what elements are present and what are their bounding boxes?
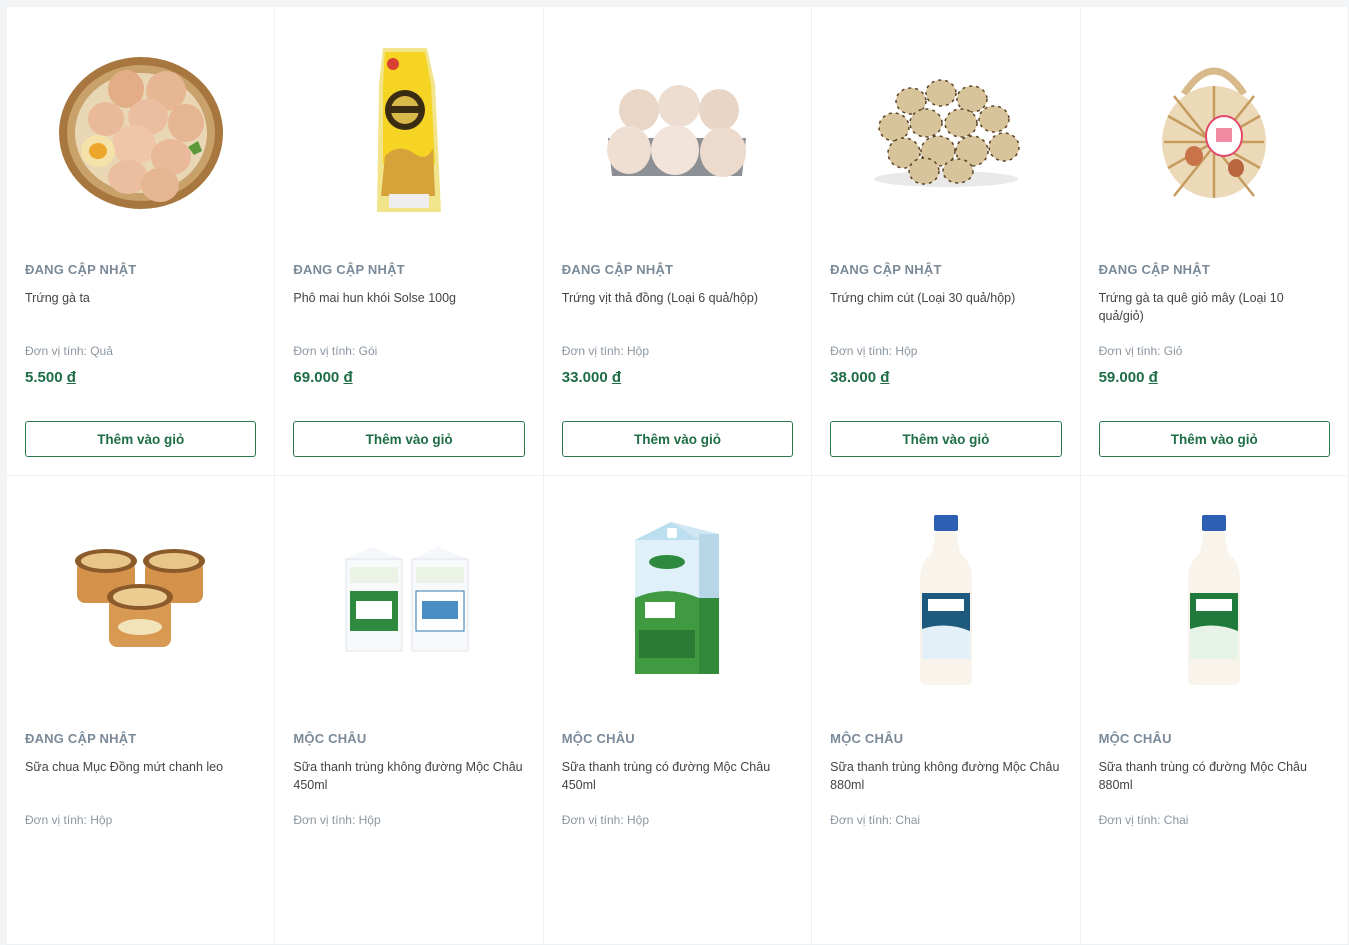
- product-brand: ĐANG CẬP NHẬT: [830, 262, 942, 277]
- milk-carton-image: [635, 521, 720, 674]
- product-name[interactable]: Sữa chua Mục Đồng mứt chanh leo: [25, 758, 256, 810]
- product-unit: Đơn vị tính: Chai: [1098, 813, 1189, 827]
- product-brand: ĐANG CẬP NHẬT: [25, 731, 137, 746]
- product-image[interactable]: [830, 7, 1061, 255]
- product-brand: MỘC CHÂU: [293, 731, 367, 746]
- product-name[interactable]: Trứng chim cút (Loại 30 quả/hộp): [830, 289, 1061, 341]
- product-brand: ĐANG CẬP NHẬT: [25, 262, 137, 277]
- add-to-cart-button[interactable]: Thêm vào giỏ: [561, 421, 794, 457]
- product-brand: MỘC CHÂU: [1098, 731, 1172, 746]
- rattan-basket-image: [1162, 67, 1267, 198]
- price-value: 33.000: [561, 369, 608, 386]
- product-image[interactable]: [25, 476, 256, 724]
- product-brand: ĐANG CẬP NHẬT: [293, 262, 405, 277]
- product-image[interactable]: [1099, 7, 1330, 255]
- product-price: 59.000 đ: [1099, 369, 1330, 386]
- currency-symbol: đ: [611, 369, 622, 386]
- product-image[interactable]: [25, 7, 256, 255]
- currency-symbol: đ: [343, 369, 353, 386]
- product-price: 38.000 đ: [830, 369, 1061, 386]
- product-image[interactable]: [562, 476, 793, 724]
- product-unit: Đơn vị tính: Quả: [25, 344, 113, 358]
- product-grid: ĐANG CẬP NHẬT Trứng gà ta Đơn vị tính: Q…: [7, 7, 1349, 945]
- product-card[interactable]: ĐANG CẬP NHẬT Sữa chua Mục Đồng mứt chan…: [7, 476, 276, 945]
- product-card[interactable]: MỘC CHÂU Sữa thanh trùng không đường Mộc…: [812, 476, 1081, 945]
- product-name[interactable]: Trứng gà ta quê giỏ mây (Loại 10 quả/giỏ…: [1099, 289, 1330, 341]
- product-name[interactable]: Trứng vịt thả đồng (Loại 6 quả/hộp): [562, 289, 793, 341]
- add-to-cart-button[interactable]: Thêm vào giỏ: [830, 421, 1062, 457]
- product-card[interactable]: MỘC CHÂU Sữa thanh trùng có đường Mộc Ch…: [1080, 476, 1349, 945]
- product-name[interactable]: Sữa thanh trùng có đường Mộc Châu 450ml: [562, 758, 793, 810]
- product-card[interactable]: ĐANG CẬP NHẬT Trứng chim cút (Loại 30 qu…: [812, 7, 1081, 476]
- product-unit: Đơn vị tính: Hộp: [561, 813, 650, 827]
- currency-symbol: đ: [880, 369, 890, 386]
- product-card[interactable]: ĐANG CẬP NHẬT Trứng gà ta quê giỏ mây (L…: [1080, 7, 1349, 476]
- product-name[interactable]: Phô mai hun khói Solse 100g: [293, 289, 524, 341]
- product-unit: Đơn vị tính: Hộp: [830, 344, 918, 358]
- egg-basket-image: [58, 56, 223, 209]
- milk-bottle-blue-image: [919, 514, 972, 685]
- product-unit: Đơn vị tính: Giỏ: [1098, 344, 1183, 358]
- currency-symbol: đ: [66, 369, 76, 386]
- price-value: 59.000: [1098, 369, 1145, 386]
- product-name[interactable]: Sữa thanh trùng có đường Mộc Châu 880ml: [1099, 758, 1330, 810]
- milk-bottle-green-image: [1188, 514, 1241, 685]
- product-unit: Đơn vị tính: Gói: [293, 344, 378, 358]
- add-to-cart-button[interactable]: Thêm vào giỏ: [25, 421, 257, 457]
- product-unit: Đơn vị tính: Chai: [830, 813, 921, 827]
- product-card[interactable]: ĐANG CẬP NHẬT Trứng gà ta Đơn vị tính: Q…: [7, 7, 276, 476]
- duck-eggs-tray-image: [607, 85, 747, 177]
- yogurt-cups-image: [74, 549, 205, 647]
- product-card[interactable]: ĐANG CẬP NHẬT Trứng vịt thả đồng (Loại 6…: [543, 7, 813, 476]
- product-name[interactable]: Sữa thanh trùng không đường Mộc Châu 450…: [293, 758, 524, 810]
- price-value: 69.000: [293, 369, 340, 386]
- product-image[interactable]: [293, 7, 524, 255]
- product-card[interactable]: MỘC CHÂU Sữa thanh trùng không đường Mộc…: [275, 476, 544, 945]
- quail-eggs-image: [873, 79, 1020, 187]
- product-unit: Đơn vị tính: Hộp: [561, 344, 650, 358]
- product-name[interactable]: Sữa thanh trùng không đường Mộc Châu 880…: [830, 758, 1061, 810]
- product-unit: Đơn vị tính: Hộp: [293, 813, 381, 827]
- product-price: 33.000 đ: [562, 369, 793, 386]
- product-image[interactable]: [830, 476, 1061, 724]
- price-value: 5.500: [25, 369, 63, 386]
- product-image[interactable]: [1099, 476, 1330, 724]
- add-to-cart-button[interactable]: Thêm vào giỏ: [1098, 421, 1330, 457]
- product-price: 5.500 đ: [25, 369, 256, 386]
- milk-cartons-small-image: [345, 546, 469, 651]
- product-brand: ĐANG CẬP NHẬT: [1098, 262, 1210, 277]
- product-price: 69.000 đ: [293, 369, 524, 386]
- cheese-pack-image: [377, 47, 442, 212]
- add-to-cart-button[interactable]: Thêm vào giỏ: [293, 421, 525, 457]
- product-brand: MỘC CHÂU: [561, 731, 635, 746]
- product-card[interactable]: ĐANG CẬP NHẬT Phô mai hun khói Solse 100…: [275, 7, 544, 476]
- product-card[interactable]: MỘC CHÂU Sữa thanh trùng có đường Mộc Ch…: [543, 476, 813, 945]
- currency-symbol: đ: [1148, 369, 1158, 386]
- product-image[interactable]: [562, 7, 793, 255]
- product-name[interactable]: Trứng gà ta: [25, 289, 256, 341]
- product-unit: Đơn vị tính: Hộp: [25, 813, 113, 827]
- product-image[interactable]: [293, 476, 524, 724]
- product-brand: MỘC CHÂU: [830, 731, 904, 746]
- product-brand: ĐANG CẬP NHẬT: [561, 262, 674, 277]
- price-value: 38.000: [830, 369, 877, 386]
